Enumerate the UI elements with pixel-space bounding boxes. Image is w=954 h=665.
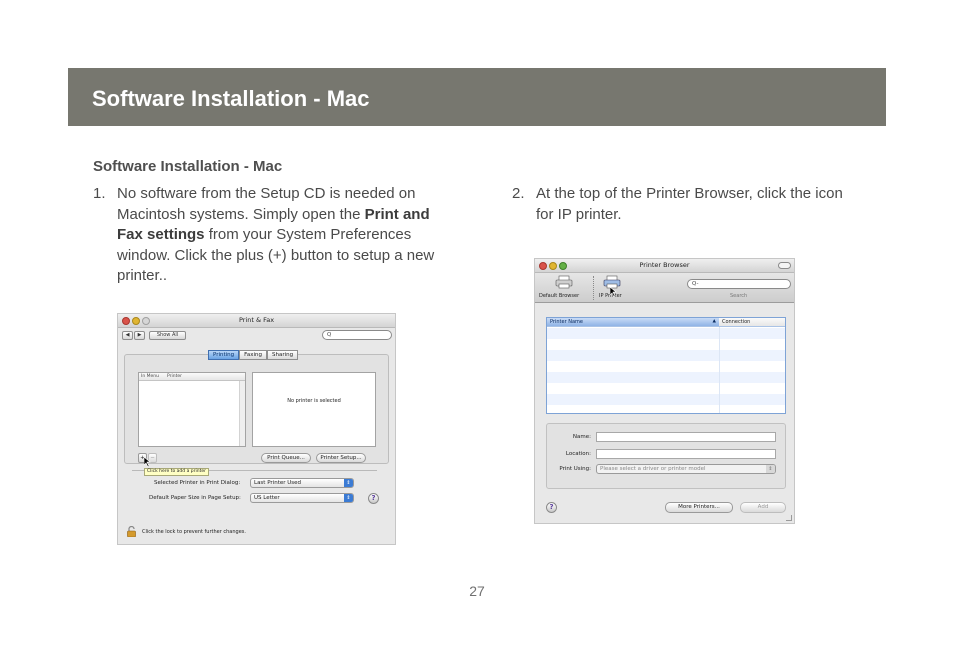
list-row: [547, 350, 785, 361]
forward-button[interactable]: ▶: [134, 331, 145, 340]
add-button[interactable]: Add: [740, 502, 786, 513]
list-scrollbar[interactable]: [239, 381, 245, 446]
toolbar-separator: [593, 276, 594, 300]
paper-size-label: Default Paper Size in Page Setup:: [149, 495, 241, 501]
list-row: [547, 328, 785, 339]
printer-detail: No printer is selected: [252, 372, 376, 447]
help-button[interactable]: ?: [546, 502, 557, 513]
list-row: [547, 394, 785, 405]
print-queue-button[interactable]: Print Queue...: [261, 453, 311, 463]
popup-arrows-icon: ⇕: [344, 494, 353, 502]
tab-printing[interactable]: Printing: [208, 350, 240, 360]
page-number: 27: [469, 583, 485, 599]
column-printer-name[interactable]: Printer Name ▲: [547, 318, 719, 326]
window-title: Printer Browser: [639, 261, 690, 269]
column-connection[interactable]: Connection: [719, 318, 785, 326]
location-field[interactable]: [596, 449, 776, 459]
popup-arrows-icon: ⇕: [344, 479, 353, 487]
window-titlebar: Print & Fax: [118, 314, 395, 328]
column-divider: [719, 327, 720, 413]
tab-sharing[interactable]: Sharing: [266, 350, 299, 360]
header-banner: Software Installation - Mac: [68, 68, 886, 126]
location-label: Location:: [565, 451, 591, 457]
search-icon: Q: [327, 332, 332, 338]
search-field[interactable]: Q: [322, 330, 392, 340]
print-using-popup[interactable]: Please select a driver or printer model ⇕: [596, 464, 776, 474]
tab-faxing[interactable]: Faxing: [239, 350, 267, 360]
cursor-arrow-icon: [610, 287, 617, 297]
search-field[interactable]: Q-: [687, 279, 791, 289]
print-using-label: Print Using:: [559, 466, 591, 472]
printer-setup-button[interactable]: Printer Setup...: [316, 453, 366, 463]
step-1: 1. No software from the Setup CD is need…: [93, 184, 453, 294]
tab-bar: Printing Faxing Sharing: [208, 350, 299, 360]
popup-arrows-icon: ⇕: [766, 465, 775, 473]
step-number: 2.: [512, 185, 525, 202]
toolbar: Default Browser IP Printer Q- Search: [535, 273, 794, 303]
step-number: 1.: [93, 185, 106, 202]
window-title: Print & Fax: [238, 316, 275, 324]
window-titlebar: Printer Browser: [535, 259, 794, 273]
lock-message: Click the lock to prevent further change…: [142, 529, 246, 535]
toolbar-toggle-button[interactable]: [778, 262, 791, 269]
column-printer-name-label: Printer Name: [550, 319, 583, 325]
list-row: [547, 339, 785, 350]
back-button[interactable]: ◀: [122, 331, 133, 340]
section-heading: Software Installation - Mac: [93, 158, 283, 175]
printer-list[interactable]: Printer Name ▲ Connection: [546, 317, 786, 414]
selected-printer-popup[interactable]: Last Printer Used ⇕: [250, 478, 354, 488]
default-browser-button[interactable]: Default Browser: [539, 273, 589, 303]
column-in-menu[interactable]: In Menu: [141, 373, 159, 380]
step-text: No software from the Setup CD is needed …: [117, 184, 453, 287]
paper-size-popup[interactable]: US Letter ⇕: [250, 493, 354, 503]
lock-icon[interactable]: [126, 526, 137, 537]
resize-grip-icon[interactable]: [786, 515, 792, 521]
print-fax-screenshot: Print & Fax ◀ ▶ Show All Q Printing Faxi…: [117, 313, 396, 545]
paper-size-value: US Letter: [254, 495, 280, 501]
sort-ascending-icon: ▲: [712, 319, 716, 324]
more-printers-button[interactable]: More Printers...: [665, 502, 733, 513]
column-printer[interactable]: Printer: [167, 373, 182, 380]
list-row: [547, 372, 785, 383]
list-row: [547, 383, 785, 394]
print-using-value: Please select a driver or printer model: [600, 466, 706, 472]
name-label: Name:: [572, 434, 591, 440]
step-text: At the top of the Printer Browser, click…: [536, 185, 843, 223]
ip-printer-button[interactable]: IP Printer: [597, 273, 627, 303]
step-2: 2. At the top of the Printer Browser, cl…: [512, 184, 852, 234]
selected-printer-value: Last Printer Used: [254, 480, 302, 486]
selected-printer-label: Selected Printer in Print Dialog:: [154, 480, 241, 486]
printer-list-header: Printer Name ▲ Connection: [547, 318, 785, 327]
search-label: Search: [730, 293, 748, 299]
add-printer-tooltip: Click here to add a printer: [144, 468, 209, 476]
printer-browser-screenshot: Printer Browser Default Browser IP Print…: [534, 258, 795, 524]
search-icon: Q-: [692, 281, 699, 287]
list-row: [547, 361, 785, 372]
printer-icon: [555, 275, 573, 289]
default-browser-label: Default Browser: [539, 293, 580, 299]
printer-list[interactable]: In Menu Printer: [138, 372, 246, 447]
name-field[interactable]: [596, 432, 776, 442]
no-printer-message: No printer is selected: [287, 398, 341, 404]
cursor-arrow-icon: [144, 457, 151, 467]
show-all-button[interactable]: Show All: [149, 331, 186, 340]
help-button[interactable]: ?: [368, 493, 379, 504]
printer-list-header: In Menu Printer: [139, 373, 245, 381]
page-title: Software Installation - Mac: [92, 86, 370, 111]
